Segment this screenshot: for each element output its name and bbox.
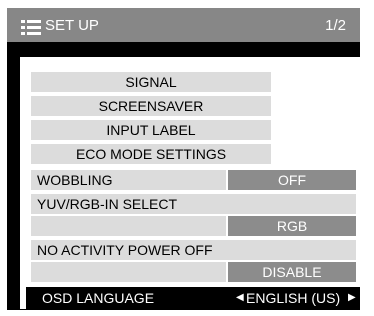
wobbling-value[interactable]: OFF xyxy=(228,170,356,190)
yuv-rgb-in-select-value[interactable]: RGB xyxy=(228,216,356,236)
osd-language-row[interactable]: OSD LANGUAGE ◀ ENGLISH (US) ▶ xyxy=(26,287,360,309)
menu-header: SET UP 1/2 xyxy=(7,8,360,45)
input-label-item[interactable]: INPUT LABEL xyxy=(31,120,271,140)
page-indicator: 1/2 xyxy=(325,17,346,34)
arrow-right-icon[interactable]: ▶ xyxy=(348,288,356,308)
wobbling-label[interactable]: WOBBLING xyxy=(31,170,226,190)
page-title: SET UP xyxy=(45,17,99,34)
no-activity-power-off-label[interactable]: NO ACTIVITY POWER OFF xyxy=(31,240,356,260)
yuv-rgb-in-spacer xyxy=(31,216,226,236)
osd-language-value[interactable]: ENGLISH (US) xyxy=(246,288,340,308)
yuv-rgb-in-select-label[interactable]: YUV/RGB-IN SELECT xyxy=(31,194,356,214)
osd-language-label: OSD LANGUAGE xyxy=(42,290,155,306)
no-activity-power-off-value[interactable]: DISABLE xyxy=(228,262,356,282)
eco-mode-settings-item[interactable]: ECO MODE SETTINGS xyxy=(31,144,271,164)
signal-item[interactable]: SIGNAL xyxy=(31,72,271,92)
screensaver-item[interactable]: SCREENSAVER xyxy=(31,96,271,116)
menu-icon xyxy=(21,20,41,36)
no-activity-spacer xyxy=(31,262,226,282)
arrow-left-icon[interactable]: ◀ xyxy=(236,288,244,308)
